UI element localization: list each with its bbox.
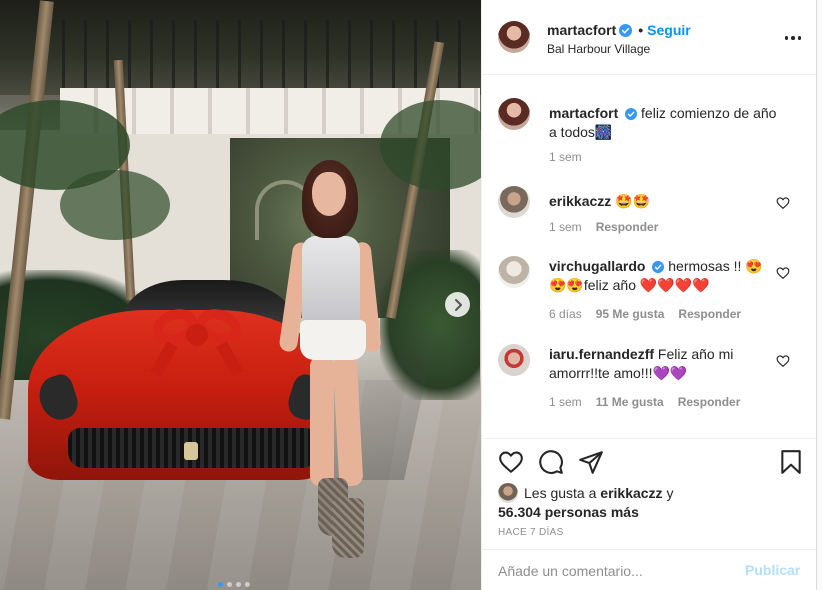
carousel-dot	[236, 582, 241, 587]
more-options-icon[interactable]	[782, 29, 804, 47]
comment-text-block: erikkaczz 🤩🤩	[549, 192, 779, 211]
post-header: martacfort • Seguir Bal Harbour Village	[482, 0, 817, 75]
next-slide-button[interactable]	[445, 292, 470, 317]
car-logo	[184, 442, 198, 460]
add-comment-bar: Publicar	[482, 549, 817, 590]
caption: martacfort feliz comienzo de año a todos…	[498, 98, 808, 168]
comment-time[interactable]: 1 sem	[549, 395, 582, 409]
comment-username[interactable]: iaru.fernandezff	[549, 346, 654, 362]
author-avatar[interactable]	[498, 21, 530, 53]
verified-badge-icon	[625, 108, 638, 120]
likes-count[interactable]: 56.304 personas más	[498, 504, 639, 520]
carousel-dot	[227, 582, 232, 587]
next-arrow-icon	[454, 298, 462, 311]
comment-meta: 6 días 95 Me gusta Responder	[549, 307, 741, 321]
comment-username[interactable]: virchugallardo	[549, 258, 645, 274]
bookmark-icon[interactable]	[778, 449, 804, 475]
comment-like-heart-icon[interactable]	[776, 196, 790, 210]
likes-summary: Les gusta a erikkaczz y 56.304 personas …	[498, 483, 798, 521]
gift-bow	[147, 303, 248, 377]
comment-username[interactable]: erikkaczz	[549, 193, 611, 209]
comment-icon[interactable]	[538, 449, 564, 475]
woman-figure	[270, 160, 390, 560]
comment-likes[interactable]: 95 Me gusta	[596, 307, 665, 321]
post-timestamp[interactable]: Hace 7 días	[498, 527, 564, 538]
comment-time[interactable]: 1 sem	[549, 220, 582, 234]
caption-text-block: martacfort feliz comienzo de año a todos…	[549, 104, 779, 142]
verified-badge-icon	[652, 261, 665, 273]
window-scrollbar[interactable]	[816, 0, 823, 590]
reply-button[interactable]: Responder	[678, 307, 741, 321]
comment-meta: 1 sem 11 Me gusta Responder	[549, 395, 740, 409]
commenter-avatar[interactable]	[498, 344, 530, 376]
reply-button[interactable]: Responder	[678, 395, 741, 409]
liker-username[interactable]: erikkaczz	[600, 485, 662, 501]
share-icon[interactable]	[578, 449, 604, 475]
comment-text: 🤩🤩	[615, 193, 651, 209]
comment-text-block: iaru.fernandezff Feliz año mi amorrr!!te…	[549, 345, 779, 383]
likes-prefix: Les gusta a	[524, 485, 597, 501]
verified-badge-icon	[619, 23, 633, 37]
carousel-dot	[218, 582, 223, 587]
add-comment-input[interactable]	[498, 560, 728, 582]
commenter-avatar[interactable]	[498, 256, 530, 288]
comment-likes[interactable]: 11 Me gusta	[596, 395, 664, 409]
comment-item: iaru.fernandezff Feliz año mi amorrr!!te…	[498, 344, 808, 414]
author-line: martacfort • Seguir	[547, 22, 691, 38]
comment-meta: 1 sem Responder	[549, 220, 658, 234]
comment-time[interactable]: 6 días	[549, 307, 582, 321]
comment-text-block: virchugallardo hermosas !! 😍😍😍feliz año …	[549, 257, 779, 295]
publish-button[interactable]: Publicar	[745, 562, 800, 578]
author-username[interactable]: martacfort	[547, 22, 616, 38]
author-avatar[interactable]	[498, 98, 530, 130]
commenter-avatar[interactable]	[498, 186, 530, 218]
carousel-dot	[245, 582, 250, 587]
photo-balcony-railing	[40, 20, 480, 90]
follow-button[interactable]: Seguir	[647, 22, 691, 38]
heart-icon[interactable]	[498, 449, 524, 475]
header-separator: •	[638, 22, 644, 38]
comments-section[interactable]: martacfort feliz comienzo de año a todos…	[482, 76, 817, 438]
comment-item: erikkaczz 🤩🤩 1 sem Responder	[498, 186, 808, 246]
post-photo[interactable]	[0, 0, 481, 590]
palm-leaves	[60, 170, 170, 240]
likes-connector: y	[666, 485, 674, 501]
post-location[interactable]: Bal Harbour Village	[547, 42, 650, 56]
comment-like-heart-icon[interactable]	[776, 266, 790, 280]
post-actions: Les gusta a erikkaczz y 56.304 personas …	[482, 438, 817, 590]
carousel-indicator	[218, 582, 250, 587]
liker-avatar[interactable]	[498, 483, 518, 503]
reply-button[interactable]: Responder	[596, 220, 659, 234]
comment-item: virchugallardo hermosas !! 😍😍😍feliz año …	[498, 256, 808, 326]
caption-username[interactable]: martacfort	[549, 105, 618, 121]
post-detail-panel: martacfort • Seguir Bal Harbour Village …	[481, 0, 817, 590]
comment-like-heart-icon[interactable]	[776, 354, 790, 368]
caption-time[interactable]: 1 sem	[549, 150, 582, 164]
caption-meta: 1 sem	[549, 150, 582, 164]
